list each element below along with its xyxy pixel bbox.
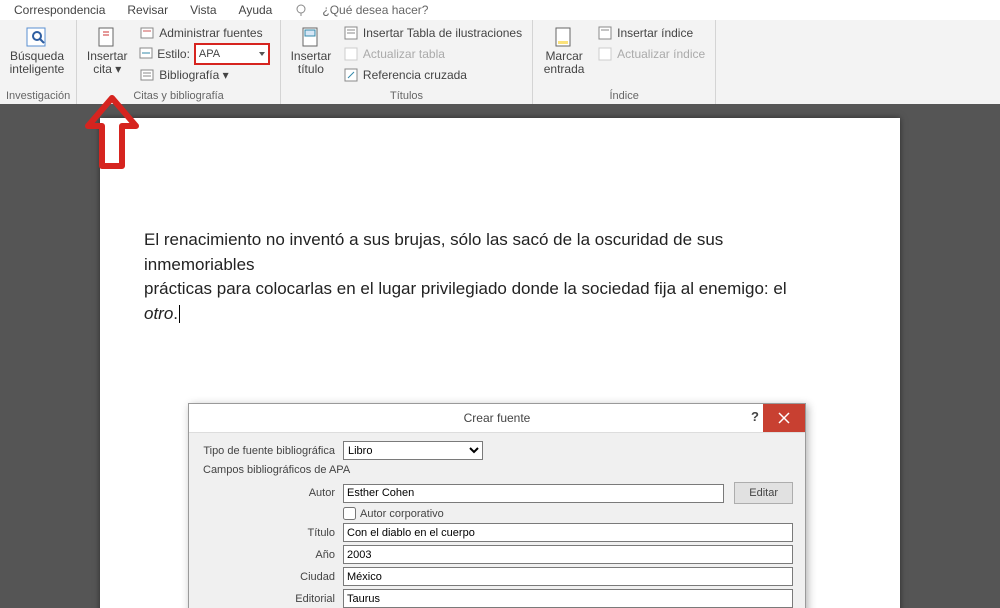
dialog-titlebar: Crear fuente ? bbox=[189, 404, 805, 433]
style-icon bbox=[139, 46, 153, 63]
chevron-down-icon bbox=[259, 52, 265, 56]
dialog-close-button[interactable] bbox=[763, 404, 805, 432]
menu-correspondencia[interactable]: Correspondencia bbox=[4, 1, 115, 19]
group-captions: Insertar título Insertar Tabla de ilustr… bbox=[281, 20, 533, 104]
source-type-label: Tipo de fuente bibliográfica bbox=[201, 445, 343, 457]
insert-tof-label: Insertar Tabla de ilustraciones bbox=[363, 26, 522, 40]
bibliography-button[interactable]: Bibliografía ▾ bbox=[135, 65, 274, 85]
group-research: Búsqueda inteligente Investigación bbox=[0, 20, 77, 104]
update-index-label: Actualizar índice bbox=[617, 47, 705, 61]
group-citations-label: Citas y bibliografía bbox=[83, 88, 274, 104]
group-index-label: Índice bbox=[539, 88, 709, 104]
doc-line1: El renacimiento no inventó a sus brujas,… bbox=[144, 230, 723, 274]
group-research-label: Investigación bbox=[6, 88, 70, 104]
author-label: Autor bbox=[201, 487, 343, 499]
mark-entry-button[interactable]: Marcar entrada bbox=[539, 22, 589, 76]
cross-reference-button[interactable]: Referencia cruzada bbox=[339, 65, 526, 85]
cross-reference-label: Referencia cruzada bbox=[363, 68, 467, 82]
doc-line2a: prácticas para colocarlas en el lugar pr… bbox=[144, 279, 787, 298]
insert-caption-button[interactable]: Insertar título bbox=[287, 22, 335, 85]
ribbon: Búsqueda inteligente Investigación Inser… bbox=[0, 20, 1000, 105]
insert-caption-label2: título bbox=[298, 63, 324, 76]
bibliography-label: Bibliografía ▾ bbox=[159, 68, 228, 82]
smart-lookup-button[interactable]: Búsqueda inteligente bbox=[6, 22, 68, 76]
menu-vista[interactable]: Vista bbox=[180, 1, 226, 19]
mark-entry-icon bbox=[550, 24, 578, 50]
update-icon bbox=[343, 46, 359, 62]
citation-style-select[interactable]: APA bbox=[194, 43, 270, 65]
fields-heading: Campos bibliográficos de APA bbox=[203, 464, 793, 476]
menu-bar: Correspondencia Revisar Vista Ayuda ¿Qué… bbox=[0, 0, 1000, 20]
text-cursor bbox=[179, 305, 180, 323]
tell-me-label: ¿Qué desea hacer? bbox=[312, 1, 438, 19]
insert-citation-label2: cita ▾ bbox=[93, 63, 121, 76]
update-table-button: Actualizar tabla bbox=[339, 44, 526, 64]
index-icon bbox=[597, 25, 613, 41]
update-index-button: Actualizar índice bbox=[593, 44, 709, 64]
group-index: Marcar entrada Insertar índice Actualiza… bbox=[533, 20, 716, 104]
sources-icon bbox=[139, 25, 155, 41]
city-field[interactable] bbox=[343, 567, 793, 586]
publisher-field[interactable] bbox=[343, 589, 793, 608]
corporate-author-checkbox[interactable] bbox=[343, 507, 356, 520]
smart-lookup-label2: inteligente bbox=[10, 63, 65, 76]
menu-revisar[interactable]: Revisar bbox=[117, 1, 178, 19]
city-label: Ciudad bbox=[201, 571, 343, 583]
search-book-icon bbox=[23, 24, 51, 50]
crossref-icon bbox=[343, 67, 359, 83]
insert-index-button[interactable]: Insertar índice bbox=[593, 23, 709, 43]
update-index-icon bbox=[597, 46, 613, 62]
insert-tof-button[interactable]: Insertar Tabla de ilustraciones bbox=[339, 23, 526, 43]
corporate-author-label: Autor corporativo bbox=[360, 508, 444, 520]
bibliography-icon bbox=[139, 67, 155, 83]
author-field[interactable] bbox=[343, 484, 724, 503]
insert-index-label: Insertar índice bbox=[617, 26, 693, 40]
style-label: Estilo: bbox=[157, 47, 190, 61]
year-field[interactable] bbox=[343, 545, 793, 564]
lightbulb-icon bbox=[294, 3, 308, 17]
citation-icon bbox=[93, 24, 121, 50]
year-label: Año bbox=[201, 549, 343, 561]
caption-icon bbox=[297, 24, 325, 50]
insert-citation-button[interactable]: Insertar cita ▾ bbox=[83, 22, 131, 85]
tell-me[interactable]: ¿Qué desea hacer? bbox=[284, 0, 448, 21]
tof-icon bbox=[343, 25, 359, 41]
close-icon bbox=[778, 412, 790, 424]
doc-line2c: . bbox=[173, 304, 178, 323]
source-type-select[interactable]: Libro bbox=[343, 441, 483, 460]
dialog-help-button[interactable]: ? bbox=[751, 409, 759, 424]
manage-sources-label: Administrar fuentes bbox=[159, 26, 262, 40]
manage-sources-button[interactable]: Administrar fuentes bbox=[135, 23, 274, 43]
title-label: Título bbox=[201, 527, 343, 539]
edit-author-button[interactable]: Editar bbox=[734, 482, 793, 504]
citation-style-row: Estilo: APA bbox=[135, 44, 274, 64]
group-captions-label: Títulos bbox=[287, 88, 526, 104]
title-field[interactable] bbox=[343, 523, 793, 542]
doc-line2-italic: otro bbox=[144, 304, 173, 323]
publisher-label: Editorial bbox=[201, 593, 343, 605]
style-value: APA bbox=[199, 48, 220, 60]
update-table-label: Actualizar tabla bbox=[363, 47, 445, 61]
menu-ayuda[interactable]: Ayuda bbox=[229, 1, 283, 19]
group-citations: Insertar cita ▾ Administrar fuentes Esti… bbox=[77, 20, 281, 104]
mark-entry-label2: entrada bbox=[544, 63, 585, 76]
dialog-title: Crear fuente bbox=[464, 411, 531, 425]
create-source-dialog: Crear fuente ? Tipo de fuente bibliográf… bbox=[188, 403, 806, 608]
document-text: El renacimiento no inventó a sus brujas,… bbox=[144, 228, 820, 327]
corporate-author-check[interactable]: Autor corporativo bbox=[343, 507, 793, 520]
